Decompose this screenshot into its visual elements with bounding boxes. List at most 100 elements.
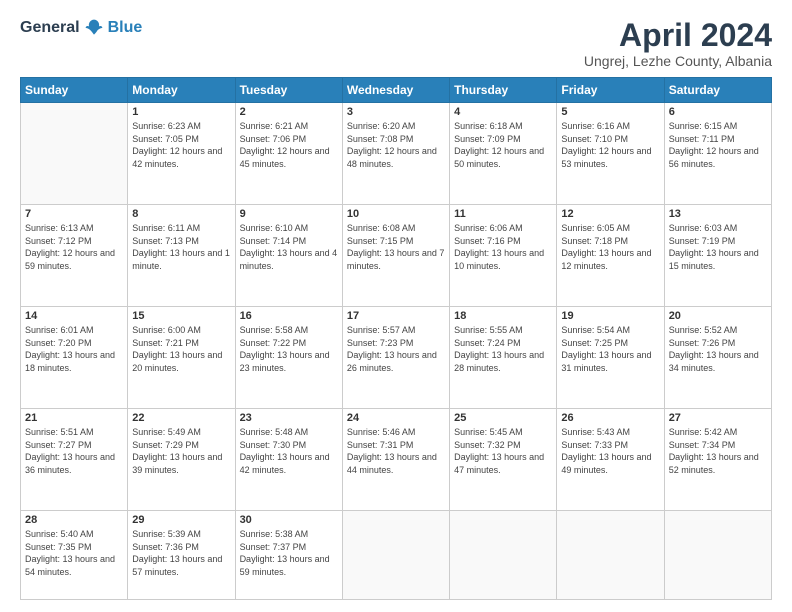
day-info: Sunrise: 5:57 AMSunset: 7:23 PMDaylight:… — [347, 324, 445, 374]
day-info: Sunrise: 6:13 AMSunset: 7:12 PMDaylight:… — [25, 222, 123, 272]
day-cell: 2Sunrise: 6:21 AMSunset: 7:06 PMDaylight… — [235, 103, 342, 205]
day-number: 30 — [240, 514, 338, 526]
day-number: 26 — [561, 412, 659, 424]
day-cell: 18 Sunrise: 5:55 AMSunset: 7:24 PMDayligh… — [450, 307, 557, 409]
day-info: Sunrise: 5:51 AMSunset: 7:27 PMDaylight:… — [25, 426, 123, 476]
day-number: 7 — [25, 208, 123, 220]
day-number: 22 — [132, 412, 230, 424]
day-number: 11 — [454, 208, 552, 220]
day-number: 17 — [347, 310, 445, 322]
day-number: 9 — [240, 208, 338, 220]
day-info: Sunrise: 6:03 AMSunset: 7:19 PMDaylight:… — [669, 222, 767, 272]
col-header-friday: Friday — [557, 78, 664, 103]
day-cell: 1 Sunrise: 6:23 AMSunset: 7:05 PMDaylight… — [128, 103, 235, 205]
day-cell: 10Sunrise: 6:08 AMSunset: 7:15 PMDayligh… — [342, 205, 449, 307]
day-cell: 24 Sunrise: 5:46 AMSunset: 7:31 PMDayligh… — [342, 409, 449, 511]
day-cell — [664, 511, 771, 600]
day-number: 20 — [669, 310, 767, 322]
day-number: 16 — [240, 310, 338, 322]
day-cell: 6 Sunrise: 6:15 AMSunset: 7:11 PMDaylight… — [664, 103, 771, 205]
col-header-wednesday: Wednesday — [342, 78, 449, 103]
day-number: 4 — [454, 106, 552, 118]
day-cell: 3 Sunrise: 6:20 AMSunset: 7:08 PMDaylight… — [342, 103, 449, 205]
logo-blue-text: Blue — [108, 19, 143, 37]
day-number: 12 — [561, 208, 659, 220]
day-number: 1 — [132, 106, 230, 118]
day-number: 5 — [561, 106, 659, 118]
day-cell: 30 Sunrise: 5:38 AMSunset: 7:37 PMDayligh… — [235, 511, 342, 600]
day-cell: 12Sunrise: 6:05 AMSunset: 7:18 PMDayligh… — [557, 205, 664, 307]
day-info: Sunrise: 5:38 AMSunset: 7:37 PMDaylight:… — [240, 528, 338, 578]
day-cell: 4 Sunrise: 6:18 AMSunset: 7:09 PMDaylight… — [450, 103, 557, 205]
day-cell — [21, 103, 128, 205]
day-info: Sunrise: 5:46 AMSunset: 7:31 PMDaylight:… — [347, 426, 445, 476]
day-info: Sunrise: 5:55 AMSunset: 7:24 PMDaylight:… — [454, 324, 552, 374]
calendar-page: General Blue April 2024 Ungrej, Lezhe Co… — [0, 0, 792, 612]
logo: General Blue — [20, 18, 142, 38]
day-info: Sunrise: 6:23 AMSunset: 7:05 PMDaylight:… — [132, 120, 230, 170]
day-info: Sunrise: 6:18 AMSunset: 7:09 PMDaylight:… — [454, 120, 552, 170]
day-cell: 13 Sunrise: 6:03 AMSunset: 7:19 PMDayligh… — [664, 205, 771, 307]
day-info: Sunrise: 6:01 AMSunset: 7:20 PMDaylight:… — [25, 324, 123, 374]
day-cell — [557, 511, 664, 600]
day-number: 14 — [25, 310, 123, 322]
day-number: 21 — [25, 412, 123, 424]
day-cell: 19 Sunrise: 5:54 AMSunset: 7:25 PMDayligh… — [557, 307, 664, 409]
day-number: 25 — [454, 412, 552, 424]
day-cell: 20 Sunrise: 5:52 AMSunset: 7:26 PMDayligh… — [664, 307, 771, 409]
day-info: Sunrise: 6:11 AMSunset: 7:13 PMDaylight:… — [132, 222, 230, 272]
day-cell: 28 Sunrise: 5:40 AMSunset: 7:35 PMDayligh… — [21, 511, 128, 600]
col-header-sunday: Sunday — [21, 78, 128, 103]
day-number: 19 — [561, 310, 659, 322]
day-info: Sunrise: 6:20 AMSunset: 7:08 PMDaylight:… — [347, 120, 445, 170]
day-info: Sunrise: 6:16 AMSunset: 7:10 PMDaylight:… — [561, 120, 659, 170]
day-info: Sunrise: 6:08 AMSunset: 7:15 PMDaylight:… — [347, 222, 445, 272]
day-number: 13 — [669, 208, 767, 220]
day-info: Sunrise: 5:58 AMSunset: 7:22 PMDaylight:… — [240, 324, 338, 374]
day-cell: 9 Sunrise: 6:10 AMSunset: 7:14 PMDaylight… — [235, 205, 342, 307]
day-cell: 14 Sunrise: 6:01 AMSunset: 7:20 PMDayligh… — [21, 307, 128, 409]
calendar-header-row: SundayMondayTuesdayWednesdayThursdayFrid… — [21, 78, 772, 103]
location-subtitle: Ungrej, Lezhe County, Albania — [584, 53, 772, 69]
day-info: Sunrise: 5:42 AMSunset: 7:34 PMDaylight:… — [669, 426, 767, 476]
logo-bird-icon — [84, 18, 104, 38]
col-header-thursday: Thursday — [450, 78, 557, 103]
day-number: 18 — [454, 310, 552, 322]
day-cell: 16 Sunrise: 5:58 AMSunset: 7:22 PMDayligh… — [235, 307, 342, 409]
day-number: 2 — [240, 106, 338, 118]
day-info: Sunrise: 5:49 AMSunset: 7:29 PMDaylight:… — [132, 426, 230, 476]
day-cell: 7 Sunrise: 6:13 AMSunset: 7:12 PMDaylight… — [21, 205, 128, 307]
day-info: Sunrise: 6:10 AMSunset: 7:14 PMDaylight:… — [240, 222, 338, 272]
day-cell: 25Sunrise: 5:45 AMSunset: 7:32 PMDayligh… — [450, 409, 557, 511]
day-info: Sunrise: 5:54 AMSunset: 7:25 PMDaylight:… — [561, 324, 659, 374]
day-info: Sunrise: 5:48 AMSunset: 7:30 PMDaylight:… — [240, 426, 338, 476]
day-info: Sunrise: 6:15 AMSunset: 7:11 PMDaylight:… — [669, 120, 767, 170]
week-row-1: 1 Sunrise: 6:23 AMSunset: 7:05 PMDaylight… — [21, 103, 772, 205]
day-info: Sunrise: 5:39 AMSunset: 7:36 PMDaylight:… — [132, 528, 230, 578]
day-cell: 21 Sunrise: 5:51 AMSunset: 7:27 PMDayligh… — [21, 409, 128, 511]
day-cell: 26Sunrise: 5:43 AMSunset: 7:33 PMDayligh… — [557, 409, 664, 511]
day-info: Sunrise: 6:06 AMSunset: 7:16 PMDaylight:… — [454, 222, 552, 272]
day-number: 27 — [669, 412, 767, 424]
header: General Blue April 2024 Ungrej, Lezhe Co… — [20, 18, 772, 69]
day-cell: 23 Sunrise: 5:48 AMSunset: 7:30 PMDayligh… — [235, 409, 342, 511]
day-number: 3 — [347, 106, 445, 118]
day-cell: 22 Sunrise: 5:49 AMSunset: 7:29 PMDayligh… — [128, 409, 235, 511]
day-info: Sunrise: 6:00 AMSunset: 7:21 PMDaylight:… — [132, 324, 230, 374]
day-cell: 29Sunrise: 5:39 AMSunset: 7:36 PMDayligh… — [128, 511, 235, 600]
calendar-table: SundayMondayTuesdayWednesdayThursdayFrid… — [20, 77, 772, 600]
day-number: 8 — [132, 208, 230, 220]
week-row-5: 28 Sunrise: 5:40 AMSunset: 7:35 PMDayligh… — [21, 511, 772, 600]
logo-general-text: General — [20, 19, 80, 37]
day-cell: 8 Sunrise: 6:11 AMSunset: 7:13 PMDaylight… — [128, 205, 235, 307]
day-info: Sunrise: 5:52 AMSunset: 7:26 PMDaylight:… — [669, 324, 767, 374]
col-header-monday: Monday — [128, 78, 235, 103]
week-row-4: 21 Sunrise: 5:51 AMSunset: 7:27 PMDayligh… — [21, 409, 772, 511]
day-number: 28 — [25, 514, 123, 526]
day-cell — [342, 511, 449, 600]
day-number: 6 — [669, 106, 767, 118]
day-info: Sunrise: 5:40 AMSunset: 7:35 PMDaylight:… — [25, 528, 123, 578]
day-number: 24 — [347, 412, 445, 424]
month-title: April 2024 — [584, 18, 772, 53]
day-number: 23 — [240, 412, 338, 424]
